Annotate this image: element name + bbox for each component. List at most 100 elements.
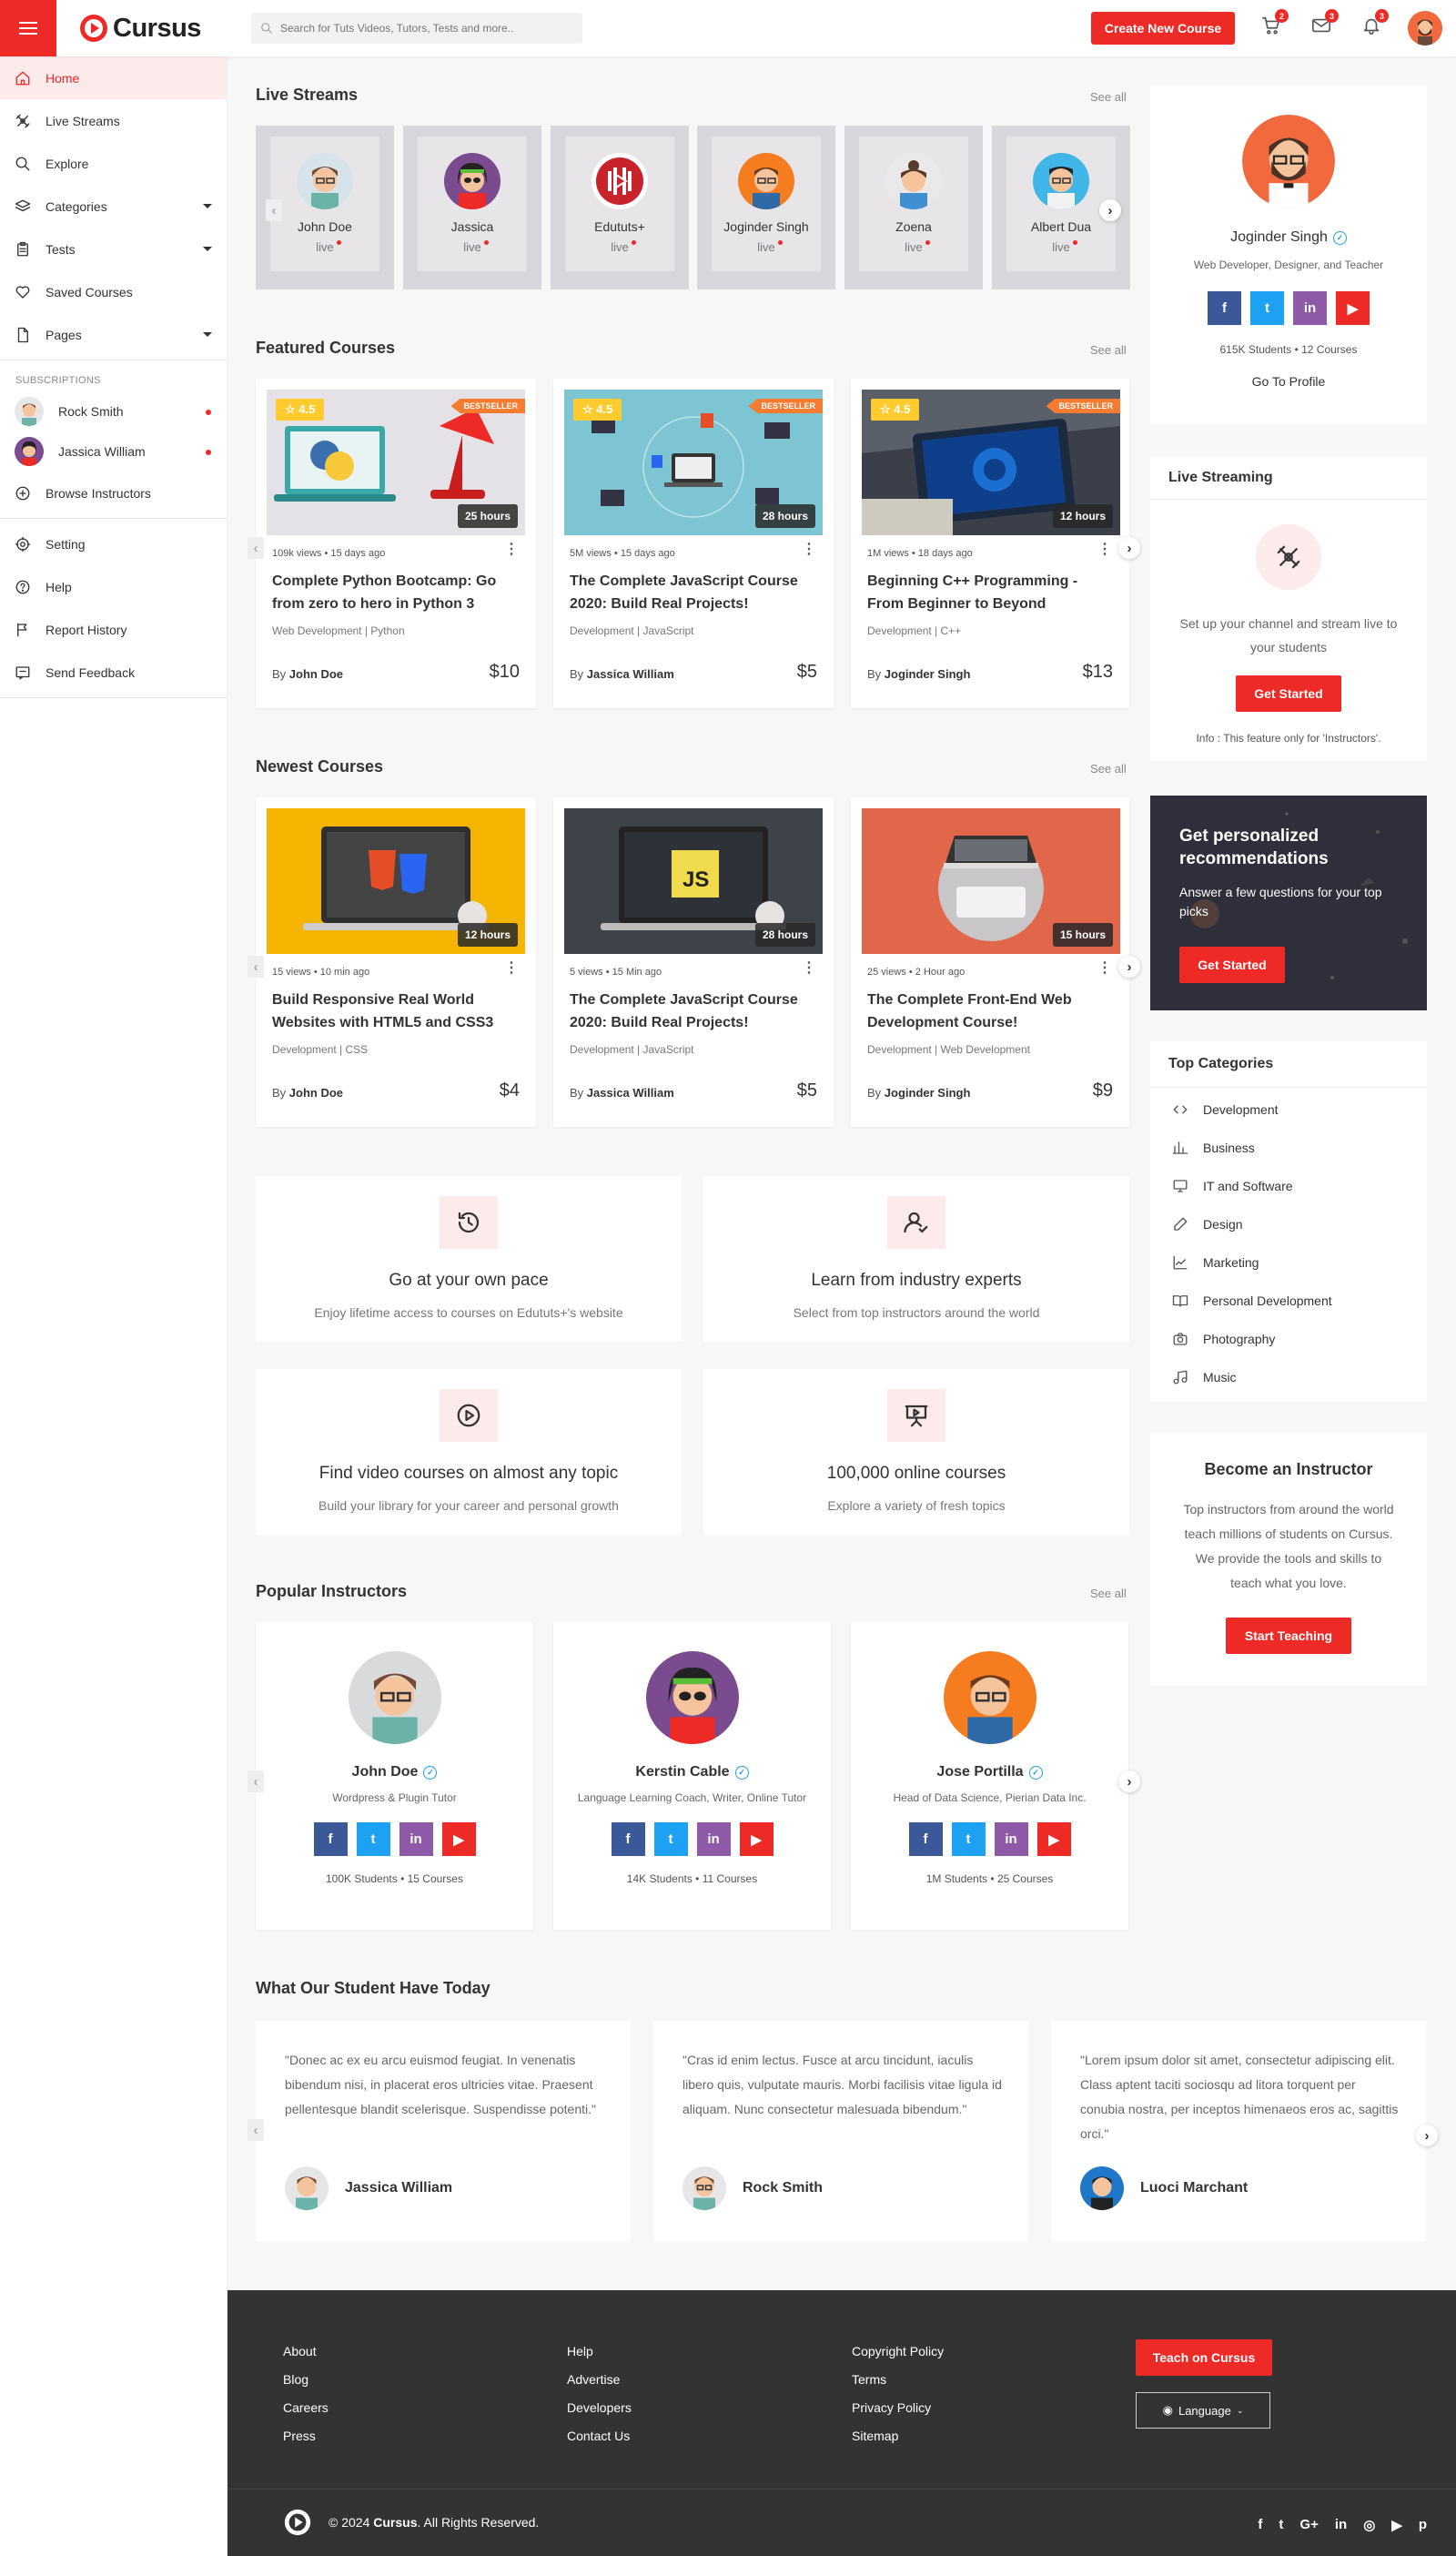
- course-title[interactable]: Build Responsive Real World Websites wit…: [272, 989, 514, 1034]
- category-personal-development[interactable]: Personal Development: [1150, 1282, 1427, 1320]
- testimonials-next-button[interactable]: ›: [1416, 2125, 1438, 2146]
- category-it-software[interactable]: IT and Software: [1150, 1167, 1427, 1205]
- category-business[interactable]: Business: [1150, 1129, 1427, 1167]
- sidebar-item-live-streams[interactable]: Live Streams: [0, 99, 227, 142]
- sidebar-item-help[interactable]: Help: [0, 565, 227, 608]
- newest-next-button[interactable]: ›: [1118, 956, 1140, 978]
- featured-prev-button[interactable]: ‹: [248, 537, 264, 559]
- category-design[interactable]: Design: [1150, 1205, 1427, 1243]
- newest-see-all-link[interactable]: See all: [1090, 762, 1127, 776]
- course-title[interactable]: The Complete JavaScript Course 2020: Bui…: [570, 989, 812, 1034]
- category-development[interactable]: Development: [1150, 1090, 1427, 1129]
- featured-next-button[interactable]: ›: [1118, 537, 1140, 559]
- category-photography[interactable]: Photography: [1150, 1320, 1427, 1358]
- linkedin-icon[interactable]: in: [1293, 291, 1327, 325]
- footer-link[interactable]: Developers: [567, 2394, 632, 2422]
- instagram-icon[interactable]: ◎: [1363, 2517, 1375, 2533]
- sidebar-item-tests[interactable]: Tests: [0, 228, 227, 270]
- instructor-name[interactable]: Jose Portilla: [936, 1764, 1023, 1780]
- profile-name[interactable]: Joginder Singh: [1230, 229, 1328, 246]
- footer-link[interactable]: Copyright Policy: [852, 2338, 944, 2366]
- linkedin-icon[interactable]: in: [1335, 2517, 1347, 2533]
- instructors-prev-button[interactable]: ‹: [248, 1770, 264, 1792]
- live-see-all-link[interactable]: See all: [1090, 90, 1127, 104]
- author-name[interactable]: Joginder Singh: [885, 1086, 971, 1100]
- twitter-icon[interactable]: t: [1279, 2517, 1283, 2533]
- sidebar-item-home[interactable]: Home: [0, 56, 227, 99]
- category-marketing[interactable]: Marketing: [1150, 1243, 1427, 1282]
- search-input[interactable]: [280, 22, 571, 35]
- footer-link[interactable]: Sitemap: [852, 2422, 944, 2450]
- linkedin-icon[interactable]: in: [994, 1822, 1028, 1856]
- recommendations-get-started-button[interactable]: Get Started: [1179, 947, 1285, 983]
- testimonials-prev-button[interactable]: ‹: [248, 2119, 264, 2141]
- course-card[interactable]: JS 28 hours 5 views • 15 Min ago ⋮ The C…: [553, 797, 834, 1127]
- user-avatar[interactable]: [1408, 11, 1442, 46]
- sidebar-item-browse-instructors[interactable]: Browse Instructors: [0, 472, 227, 514]
- sidebar-item-report-history[interactable]: Report History: [0, 608, 227, 651]
- course-card[interactable]: ☆ 4.5 BESTSELLER 25 hours 109k views • 1…: [256, 379, 536, 708]
- twitter-icon[interactable]: t: [1250, 291, 1284, 325]
- cart-button[interactable]: 2: [1261, 9, 1289, 36]
- instructor-card[interactable]: John Doe ✓ Wordpress & Plugin Tutor f t in ▶…: [256, 1622, 533, 1930]
- facebook-icon[interactable]: f: [908, 1822, 943, 1856]
- course-card[interactable]: 12 hours 15 views • 10 min ago ⋮ Build R…: [256, 797, 536, 1127]
- featured-see-all-link[interactable]: See all: [1090, 343, 1127, 357]
- course-title[interactable]: Complete Python Bootcamp: Go from zero t…: [272, 570, 514, 615]
- live-card[interactable]: Zoena live: [844, 126, 983, 289]
- more-options-icon[interactable]: ⋮: [1097, 543, 1112, 557]
- footer-link[interactable]: Help: [567, 2338, 632, 2366]
- live-card[interactable]: Edututs+ live: [551, 126, 689, 289]
- footer-link[interactable]: About: [283, 2338, 329, 2366]
- footer-link[interactable]: Contact Us: [567, 2422, 632, 2450]
- facebook-icon[interactable]: f: [313, 1822, 348, 1856]
- newest-prev-button[interactable]: ‹: [248, 956, 264, 978]
- author-name[interactable]: John Doe: [289, 667, 343, 681]
- course-title[interactable]: The Complete Front-End Web Development C…: [867, 989, 1109, 1034]
- sidebar-item-setting[interactable]: Setting: [0, 522, 227, 565]
- logo[interactable]: Cursus: [78, 13, 201, 44]
- subscription-rock-smith[interactable]: Rock Smith: [0, 391, 227, 431]
- instructor-name[interactable]: Kerstin Cable: [635, 1764, 729, 1780]
- twitter-icon[interactable]: t: [653, 1822, 688, 1856]
- messages-button[interactable]: 3: [1311, 9, 1339, 36]
- youtube-icon[interactable]: ▶: [1391, 2517, 1402, 2533]
- search-bar[interactable]: [251, 13, 582, 44]
- instructor-name[interactable]: John Doe: [352, 1764, 419, 1780]
- more-options-icon[interactable]: ⋮: [802, 961, 816, 976]
- footer-link[interactable]: Privacy Policy: [852, 2394, 944, 2422]
- youtube-icon[interactable]: ▶: [1336, 291, 1370, 325]
- footer-link[interactable]: Terms: [852, 2366, 944, 2394]
- more-options-icon[interactable]: ⋮: [802, 543, 816, 557]
- start-teaching-button[interactable]: Start Teaching: [1226, 1618, 1351, 1654]
- author-name[interactable]: Joginder Singh: [885, 667, 971, 681]
- course-title[interactable]: The Complete JavaScript Course 2020: Bui…: [570, 570, 812, 615]
- facebook-icon[interactable]: f: [1258, 2517, 1262, 2533]
- sidebar-item-pages[interactable]: Pages: [0, 313, 227, 356]
- more-options-icon[interactable]: ⋮: [504, 543, 519, 557]
- author-name[interactable]: John Doe: [289, 1086, 343, 1100]
- live-card[interactable]: Joginder Singh live: [697, 126, 835, 289]
- live-next-button[interactable]: ›: [1099, 199, 1121, 221]
- more-options-icon[interactable]: ⋮: [504, 961, 519, 976]
- instructors-next-button[interactable]: ›: [1118, 1770, 1140, 1792]
- course-card[interactable]: ☆ 4.5 BESTSELLER 28 hours 5M views • 15 …: [553, 379, 834, 708]
- google-plus-icon[interactable]: G+: [1299, 2517, 1318, 2533]
- linkedin-icon[interactable]: in: [696, 1822, 731, 1856]
- more-options-icon[interactable]: ⋮: [1097, 961, 1112, 976]
- youtube-icon[interactable]: ▶: [1036, 1822, 1071, 1856]
- author-name[interactable]: Jassica William: [587, 1086, 674, 1100]
- subscription-jassica-william[interactable]: Jassica William: [0, 431, 227, 472]
- profile-avatar[interactable]: [1242, 115, 1335, 208]
- course-card[interactable]: ☆ 4.5 BESTSELLER 12 hours 1M views • 18 …: [851, 379, 1129, 708]
- sidebar-item-explore[interactable]: Explore: [0, 142, 227, 185]
- course-title[interactable]: Beginning C++ Programming - From Beginne…: [867, 570, 1109, 615]
- live-get-started-button[interactable]: Get Started: [1236, 675, 1341, 712]
- sidebar-item-saved-courses[interactable]: Saved Courses: [0, 270, 227, 313]
- footer-link[interactable]: Advertise: [567, 2366, 632, 2394]
- instructor-card[interactable]: Kerstin Cable ✓ Language Learning Coach, …: [553, 1622, 831, 1930]
- go-to-profile-link[interactable]: Go To Profile: [1150, 374, 1427, 389]
- course-card[interactable]: 15 hours 25 views • 2 Hour ago ⋮ The Com…: [851, 797, 1129, 1127]
- youtube-icon[interactable]: ▶: [739, 1822, 774, 1856]
- footer-link[interactable]: Blog: [283, 2366, 329, 2394]
